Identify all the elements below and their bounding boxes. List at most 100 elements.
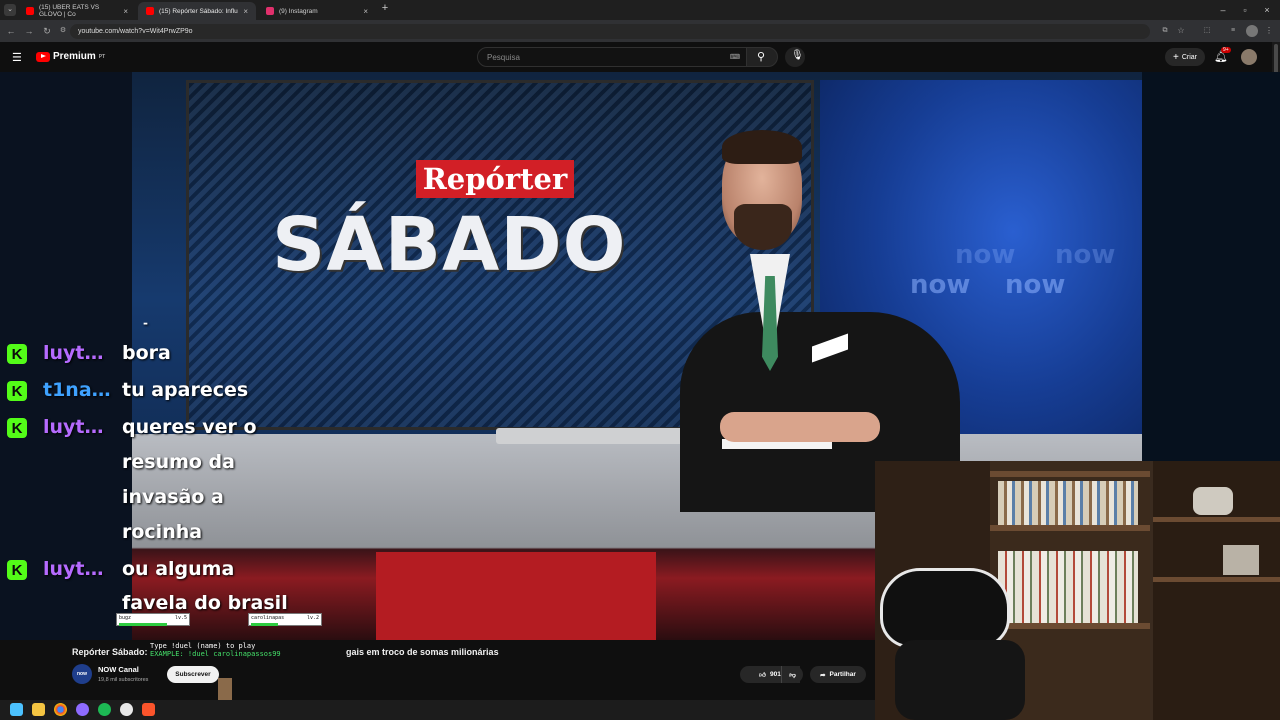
- thumbs-down-icon: 👎︎: [789, 671, 796, 679]
- tab-search-button[interactable]: ⌄: [4, 4, 16, 16]
- duel-player-level: lv.5: [174, 615, 187, 621]
- maximize-icon[interactable]: ▫: [1238, 3, 1252, 17]
- messenger-icon[interactable]: [76, 703, 89, 716]
- side-shelf: [1153, 461, 1280, 720]
- search-button[interactable]: ⚲: [746, 47, 778, 67]
- create-label: Criar: [1181, 53, 1197, 61]
- forward-icon[interactable]: →: [22, 24, 36, 38]
- youtube-favicon-icon: [146, 7, 154, 15]
- close-tab-icon[interactable]: ×: [123, 7, 128, 16]
- chat-username: luyt…: [43, 342, 104, 364]
- keyboard-icon[interactable]: ⌨: [730, 53, 740, 61]
- tab-label: (9) Instagram: [279, 7, 318, 15]
- windows-start-icon[interactable]: [10, 703, 23, 716]
- account-avatar[interactable]: [1241, 49, 1257, 65]
- now-brand-text: now: [1055, 240, 1116, 270]
- now-brand-text: now: [955, 240, 1016, 270]
- profile-avatar[interactable]: [1246, 25, 1258, 37]
- microphone-icon: 🎙︎: [791, 50, 804, 61]
- instagram-favicon-icon: [266, 7, 274, 15]
- chat-username: luyt…: [43, 416, 104, 438]
- voice-search-button[interactable]: 🎙︎: [785, 47, 805, 67]
- chat-message: rocinha: [122, 521, 203, 543]
- anchor-beard: [734, 204, 792, 250]
- video-title: Repórter Sábado: gais em troco de somas …: [72, 647, 499, 657]
- shelf: [990, 623, 1150, 629]
- chrome-icon[interactable]: [54, 703, 67, 716]
- duel-example-text: EXAMPLE: !duel carolinapassos99: [150, 650, 281, 658]
- hamburger-menu-icon[interactable]: ☰: [12, 51, 22, 64]
- kick-icon: K: [7, 560, 27, 580]
- cast-icon[interactable]: ⧉: [1158, 24, 1172, 38]
- tab-instagram[interactable]: (9) Instagram ×: [258, 2, 376, 20]
- github-icon[interactable]: [120, 703, 133, 716]
- subscribe-button[interactable]: Subscrever: [167, 666, 219, 683]
- brave-icon[interactable]: [142, 703, 155, 716]
- region-code: PT: [98, 53, 106, 60]
- site-info-icon[interactable]: ⚙: [56, 24, 70, 38]
- thumbs-up-icon: 👍︎: [759, 671, 766, 679]
- dislike-button[interactable]: 👎︎: [781, 666, 803, 683]
- minimize-icon[interactable]: –: [1216, 3, 1230, 17]
- decor-object: [1193, 487, 1233, 515]
- show-title-main: SÁBADO: [272, 202, 627, 288]
- reload-icon[interactable]: ↻: [40, 24, 54, 38]
- chat-username: luyt…: [43, 558, 104, 580]
- kick-icon: K: [7, 344, 27, 364]
- chat-message: favela do brasil: [122, 592, 288, 614]
- gaming-chair: [880, 568, 1010, 648]
- extensions-icon[interactable]: ⬚: [1200, 24, 1214, 38]
- like-count: 901: [769, 671, 781, 678]
- shelf: [1153, 577, 1280, 582]
- chat-message: ou alguma: [122, 558, 235, 580]
- url-text: youtube.com/watch?v=Wit4PrwZP9o: [78, 28, 193, 35]
- youtube-premium-logo[interactable]: Premium PT: [36, 51, 105, 62]
- back-icon[interactable]: ←: [4, 24, 18, 38]
- tab-label: (15) Repórter Sábado: Influenci: [159, 7, 238, 15]
- sidebar-icon[interactable]: ≡: [1226, 24, 1240, 38]
- anchor-hair: [722, 130, 802, 164]
- search-placeholder: Pesquisa: [487, 52, 520, 62]
- chair-base: [895, 640, 1025, 720]
- channel-badge-text: now: [77, 671, 87, 677]
- spotify-icon[interactable]: [98, 703, 111, 716]
- close-tab-icon[interactable]: ×: [243, 7, 248, 16]
- shelf: [990, 525, 1150, 531]
- close-window-icon[interactable]: ×: [1260, 3, 1274, 17]
- new-tab-button[interactable]: +: [378, 2, 392, 18]
- video-title-start: Repórter Sábado:: [72, 647, 151, 657]
- tab-reporter-sabado[interactable]: (15) Repórter Sábado: Influenci ×: [138, 2, 256, 20]
- book-row: [998, 551, 1138, 623]
- close-tab-icon[interactable]: ×: [363, 7, 368, 16]
- share-icon: ➦: [820, 671, 826, 679]
- anchor-hands: [720, 412, 880, 442]
- channel-name[interactable]: NOW Canal: [98, 665, 139, 674]
- chat-message: invasão a: [122, 486, 224, 508]
- browser-tab-bar: ⌄ (15) UBER EATS VS GLOVO | Co × (15) Re…: [0, 0, 1280, 20]
- shelf: [1153, 517, 1280, 522]
- notification-count-badge: 9+: [1221, 47, 1231, 53]
- chat-message: bora: [122, 342, 171, 364]
- duel-player-level: lv.2: [306, 615, 319, 621]
- browser-menu-icon[interactable]: ⋮: [1262, 24, 1276, 38]
- duel-player-name: carolinapas: [251, 615, 285, 621]
- share-button[interactable]: ➦ Partilhar: [810, 666, 866, 683]
- create-button[interactable]: + Criar: [1165, 48, 1205, 66]
- address-bar[interactable]: youtube.com/watch?v=Wit4PrwZP9o: [70, 24, 1150, 39]
- shelf: [990, 471, 1150, 477]
- chat-username: t1na…: [43, 379, 111, 401]
- youtube-favicon-icon: [26, 7, 34, 15]
- now-brand-text: now: [1005, 270, 1066, 300]
- channel-avatar[interactable]: now: [72, 664, 92, 684]
- search-input[interactable]: Pesquisa ⌨: [477, 47, 747, 67]
- search-icon: ⚲: [757, 51, 766, 63]
- book-row: [998, 481, 1138, 525]
- file-explorer-icon[interactable]: [32, 703, 45, 716]
- duel-health-bar: [251, 623, 279, 626]
- tab-uber-eats[interactable]: (15) UBER EATS VS GLOVO | Co ×: [18, 2, 136, 20]
- duel-player-card: bugz lv.5: [116, 613, 190, 626]
- bookmark-star-icon[interactable]: ☆: [1174, 24, 1188, 38]
- video-title-end: gais em troco de somas milionárias: [346, 647, 499, 657]
- share-label: Partilhar: [829, 671, 856, 678]
- duel-player-name: bugz: [119, 615, 132, 621]
